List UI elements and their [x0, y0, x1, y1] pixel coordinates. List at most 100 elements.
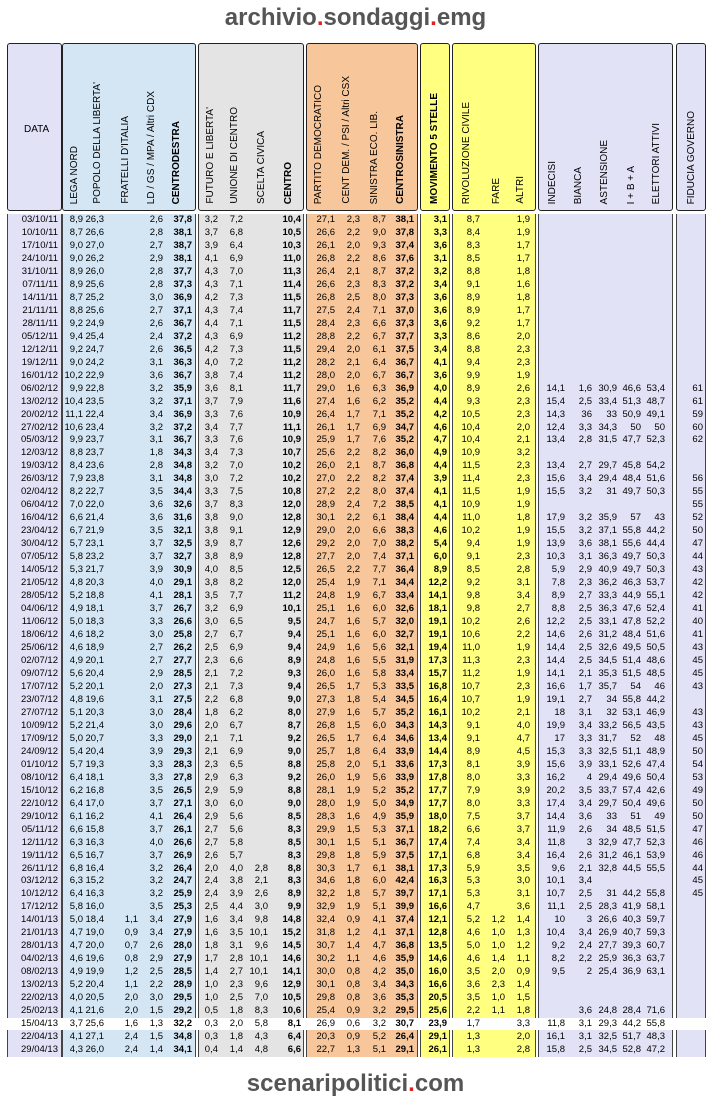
- cell-value: 1,4: [149, 1044, 163, 1056]
- cell-value: 61: [692, 382, 703, 394]
- cell-value: 2,3: [578, 577, 592, 589]
- cell-value: 14,3: [546, 408, 566, 420]
- cell-value: 8,9: [466, 304, 480, 316]
- cell-value: 3,2: [149, 888, 163, 900]
- cell-value: 20,5: [428, 992, 448, 1004]
- cell-value: 1,7: [346, 680, 360, 692]
- cell-value: 33,3: [598, 590, 618, 602]
- cell-value: 9,0: [287, 745, 301, 757]
- table-row: 22/04/13 4,1 27,1 2,4 1,5 34,8 0,3 1,8 4,3 6,4 20,…: [0, 1031, 711, 1042]
- cell-value: 47,7: [622, 434, 642, 446]
- cell-value: 2,7: [149, 239, 163, 251]
- cell-value: 8,2: [372, 473, 386, 485]
- cell-value: 7,7: [229, 421, 243, 433]
- cell-value: 44,9: [622, 590, 642, 602]
- cell-value: 20,4: [85, 979, 105, 991]
- cell-value: 2,0: [346, 525, 360, 537]
- cell-value: 50,3: [646, 551, 666, 563]
- cell-value: 31,2: [598, 849, 618, 861]
- cell-value: 10,2: [282, 473, 302, 485]
- cell-value: 5,1: [372, 758, 386, 770]
- cell-value: 1,9: [346, 577, 360, 589]
- cell-value: 3,0: [204, 616, 218, 628]
- cell-value: 44,4: [646, 538, 666, 550]
- header-csx: CENTROSINISTRA: [395, 115, 406, 204]
- cell-value: 1,8: [346, 849, 360, 861]
- cell-value: 16,6: [428, 979, 448, 991]
- cell-value: 30,0: [316, 966, 336, 978]
- cell-value: 14,6: [428, 953, 448, 965]
- row-date: 11/06/12: [21, 616, 58, 628]
- cell-value: 49,5: [622, 642, 642, 653]
- header-pdl: POPOLO DELLA LIBERTA': [92, 82, 103, 204]
- row-date: 05/11/12: [21, 823, 58, 835]
- cell-value: 33,1: [598, 616, 618, 628]
- cell-value: 2,4: [124, 1031, 138, 1043]
- cell-value: 55,1: [646, 590, 666, 602]
- cell-value: 9,6: [254, 940, 268, 952]
- cell-value: 4,4: [204, 317, 218, 329]
- cell-value: 9,5: [551, 966, 565, 978]
- cell-value: 52,8: [622, 1044, 642, 1056]
- cell-value: 1,4: [204, 966, 218, 978]
- cell-value: 6,8: [69, 862, 83, 874]
- row-date: 22/10/12: [21, 797, 58, 809]
- cell-value: 11,7: [283, 382, 301, 394]
- cell-value: 5,2: [372, 784, 386, 796]
- cell-value: 24,7: [316, 616, 336, 628]
- cell-value: 5,3: [466, 888, 480, 900]
- cell-value: 14,1: [428, 590, 448, 602]
- cell-value: 7,0: [229, 265, 243, 277]
- cell-value: 15,7: [428, 667, 448, 679]
- row-date: 05/03/12: [21, 434, 58, 446]
- header-fli: FUTURO E LIBERTA': [205, 107, 216, 204]
- cell-value: 23,1: [85, 538, 105, 550]
- cell-value: 52: [630, 732, 641, 744]
- cell-value: 32,2: [316, 888, 336, 900]
- cell-value: 9,3: [287, 667, 301, 679]
- cell-value: 4,2: [433, 408, 447, 420]
- header-date-col: DATA: [7, 43, 62, 211]
- cell-value: 35,9: [173, 382, 193, 394]
- cell-value: 22,7: [316, 1044, 336, 1056]
- cell-value: 3,7: [516, 823, 530, 835]
- cell-value: 7,5: [466, 810, 480, 822]
- cell-value: 2,3: [516, 680, 530, 692]
- cell-value: 22,8: [85, 382, 105, 394]
- cell-value: 33,4: [395, 590, 415, 602]
- row-date: 21/11/11: [22, 304, 58, 316]
- cell-value: 8,0: [466, 797, 480, 809]
- cell-value: 15,8: [546, 1044, 566, 1056]
- cell-value: 44,2: [622, 888, 642, 900]
- cell-value: 2,1: [578, 862, 592, 874]
- cell-value: 4,2: [204, 343, 218, 355]
- cell-value: 16,3: [85, 888, 105, 900]
- cell-value: 11,2: [283, 369, 301, 381]
- cell-value: 16,4: [85, 862, 105, 874]
- cell-value: 3,1: [516, 888, 530, 900]
- cell-value: 7,2: [229, 214, 243, 225]
- cell-value: 3,2: [372, 1018, 386, 1030]
- cell-value: 29,9: [316, 823, 336, 835]
- cell-value: 17,7: [428, 784, 448, 796]
- cell-value: 10,2: [282, 460, 302, 472]
- cell-value: 57,4: [622, 784, 642, 796]
- cell-value: 47,4: [646, 758, 666, 770]
- cell-value: 1,6: [124, 1018, 138, 1030]
- cell-value: 2,6: [149, 214, 163, 225]
- cell-value: 45: [692, 875, 703, 887]
- cell-value: 7,4: [372, 551, 386, 563]
- row-date: 25/02/13: [21, 1005, 58, 1017]
- cell-value: 2,6: [254, 888, 268, 900]
- cell-value: 6,6: [69, 823, 83, 835]
- cell-value: 8,1: [229, 382, 243, 394]
- cell-value: 46: [654, 680, 665, 692]
- cell-value: 26,0: [316, 667, 336, 679]
- cell-value: 3,9: [149, 564, 163, 576]
- cell-value: 9,2: [287, 732, 301, 744]
- cell-value: 2,1: [254, 875, 268, 887]
- cell-value: 1,4: [346, 940, 360, 952]
- cell-value: 44,5: [622, 862, 642, 874]
- cell-value: 2,7: [204, 629, 218, 641]
- cell-value: 28,2: [316, 356, 336, 368]
